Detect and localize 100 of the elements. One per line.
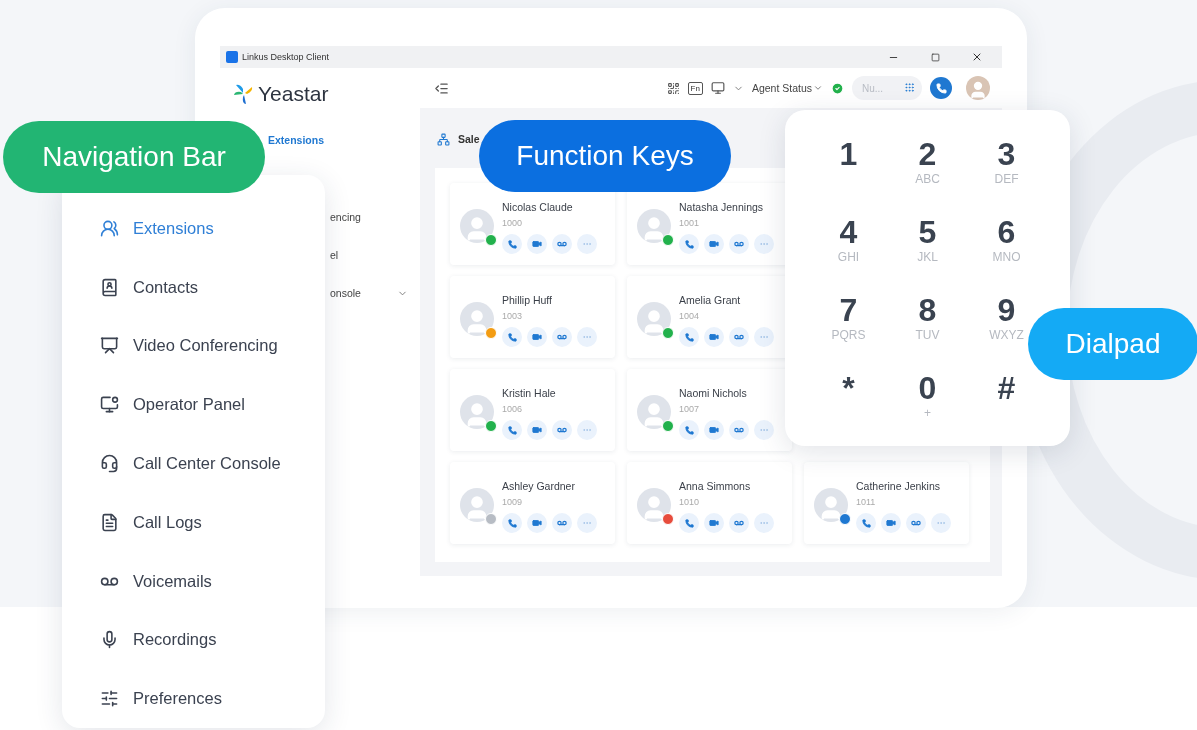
phone-icon [684, 239, 694, 249]
voicemail-button[interactable] [729, 513, 749, 533]
video-button[interactable] [704, 327, 724, 347]
nav-item[interactable]: Call Center Console [100, 434, 325, 493]
dialpad-key[interactable]: 4 GHI [837, 214, 860, 264]
sidebar-item[interactable]: el [330, 236, 408, 274]
video-camera-icon [532, 332, 542, 342]
video-camera-icon [709, 332, 719, 342]
nav-item[interactable]: Preferences [100, 669, 325, 729]
app-icon [226, 51, 238, 63]
dialpad-icon[interactable] [904, 82, 915, 93]
group-title: Sale [458, 133, 480, 145]
contact-name: Naomi Nichols [679, 387, 748, 399]
window-title: Linkus Desktop Client [242, 52, 331, 62]
nav-item[interactable]: Operator Panel [100, 375, 325, 435]
phone-icon [684, 332, 694, 342]
phone-icon [507, 425, 517, 435]
video-button[interactable] [704, 234, 724, 254]
call-button[interactable] [679, 327, 699, 347]
voicemail-button[interactable] [729, 327, 749, 347]
collapse-menu-icon[interactable] [434, 80, 449, 96]
dialpad-key[interactable]: 5 JKL [917, 214, 938, 264]
group-icon [437, 132, 450, 146]
call-button[interactable] [679, 234, 699, 254]
nav-item[interactable]: Call Logs [100, 492, 325, 552]
dialpad-key[interactable]: 6 MNO [992, 214, 1021, 264]
video-camera-icon [709, 425, 719, 435]
monitor-icon[interactable] [710, 81, 725, 95]
call-button[interactable] [502, 513, 522, 533]
video-button[interactable] [527, 327, 547, 347]
voicemail-button[interactable] [729, 420, 749, 440]
nav-icon [100, 454, 119, 473]
dialpad-key[interactable]: 7 PQRS [831, 292, 866, 342]
chevron-down-icon [813, 83, 823, 93]
sidebar-item[interactable]: Extensions [268, 121, 325, 159]
dialpad-key[interactable]: 9 WXYZ [989, 292, 1024, 342]
contact-name: Phillip Huff [502, 294, 553, 306]
qr-code-icon[interactable] [666, 81, 680, 95]
contact-name: Kristin Hale [502, 387, 557, 399]
voicemail-icon [734, 332, 744, 342]
number-field[interactable]: Nu... [852, 76, 922, 100]
video-camera-icon [709, 239, 719, 249]
video-button[interactable] [527, 420, 547, 440]
voicemail-icon [557, 332, 567, 342]
person-silhouette-icon [968, 80, 988, 100]
call-button[interactable] [502, 420, 522, 440]
call-button[interactable] [502, 327, 522, 347]
nav-icon [100, 512, 119, 532]
sidebar-item[interactable]: onsole [330, 274, 408, 312]
extension-number: 1007 [679, 404, 701, 414]
dialpad-key[interactable]: 8 TUV [915, 292, 940, 342]
extension-number: 1001 [679, 218, 701, 228]
dialpad-key[interactable]: 3 DEF [994, 136, 1019, 186]
voicemail-button[interactable] [552, 327, 572, 347]
call-button[interactable] [679, 420, 699, 440]
sidebar-item[interactable]: encing [330, 198, 408, 236]
call-button[interactable] [930, 77, 952, 99]
dialpad-key[interactable]: 2 ABC [915, 136, 940, 186]
extension-number: 1003 [502, 311, 524, 321]
voicemail-icon [557, 425, 567, 435]
extension-number: 1010 [679, 497, 701, 507]
nav-icon [100, 395, 119, 415]
dialpad-key[interactable]: * [842, 370, 855, 406]
contact-name: Catherine Jenkins [856, 480, 942, 492]
nav-item[interactable]: Video Conferencing [100, 316, 325, 376]
nav-item[interactable]: Voicemails [100, 551, 325, 611]
video-button[interactable] [881, 513, 901, 533]
video-button[interactable] [704, 420, 724, 440]
dialpad-key[interactable]: 1 [839, 136, 858, 172]
contact-name: Anna Simmons [679, 480, 752, 492]
call-button[interactable] [856, 513, 876, 533]
maximize-icon [930, 52, 940, 62]
voicemail-button[interactable] [906, 513, 926, 533]
video-button[interactable] [704, 513, 724, 533]
voicemail-icon [734, 518, 744, 528]
call-button[interactable] [679, 513, 699, 533]
nav-item[interactable]: Contacts [100, 257, 325, 317]
contact-name: Amelia Grant [679, 294, 742, 306]
video-camera-icon [532, 239, 542, 249]
extension-number: 1006 [502, 404, 524, 414]
voicemail-button[interactable] [552, 234, 572, 254]
voicemail-button[interactable] [552, 513, 572, 533]
video-button[interactable] [527, 234, 547, 254]
dialpad-key[interactable]: 0 + [918, 370, 937, 420]
nav-item[interactable]: Extensions [100, 199, 325, 258]
callout-text: Function Keys [516, 140, 694, 172]
phone-icon [507, 239, 517, 249]
dialpad-key[interactable]: # [997, 370, 1016, 406]
video-camera-icon [532, 425, 542, 435]
nav-item[interactable]: Recordings [100, 610, 325, 670]
phone-icon [684, 518, 694, 528]
agent-status-dropdown[interactable]: Agent Status [751, 82, 823, 94]
nav-icon [100, 218, 119, 238]
voicemail-button[interactable] [729, 234, 749, 254]
video-button[interactable] [527, 513, 547, 533]
phone-icon [935, 82, 947, 94]
voicemail-button[interactable] [552, 420, 572, 440]
call-button[interactable] [502, 234, 522, 254]
extension-number: 1011 [856, 497, 877, 507]
function-key-button[interactable]: Fn [687, 81, 703, 95]
